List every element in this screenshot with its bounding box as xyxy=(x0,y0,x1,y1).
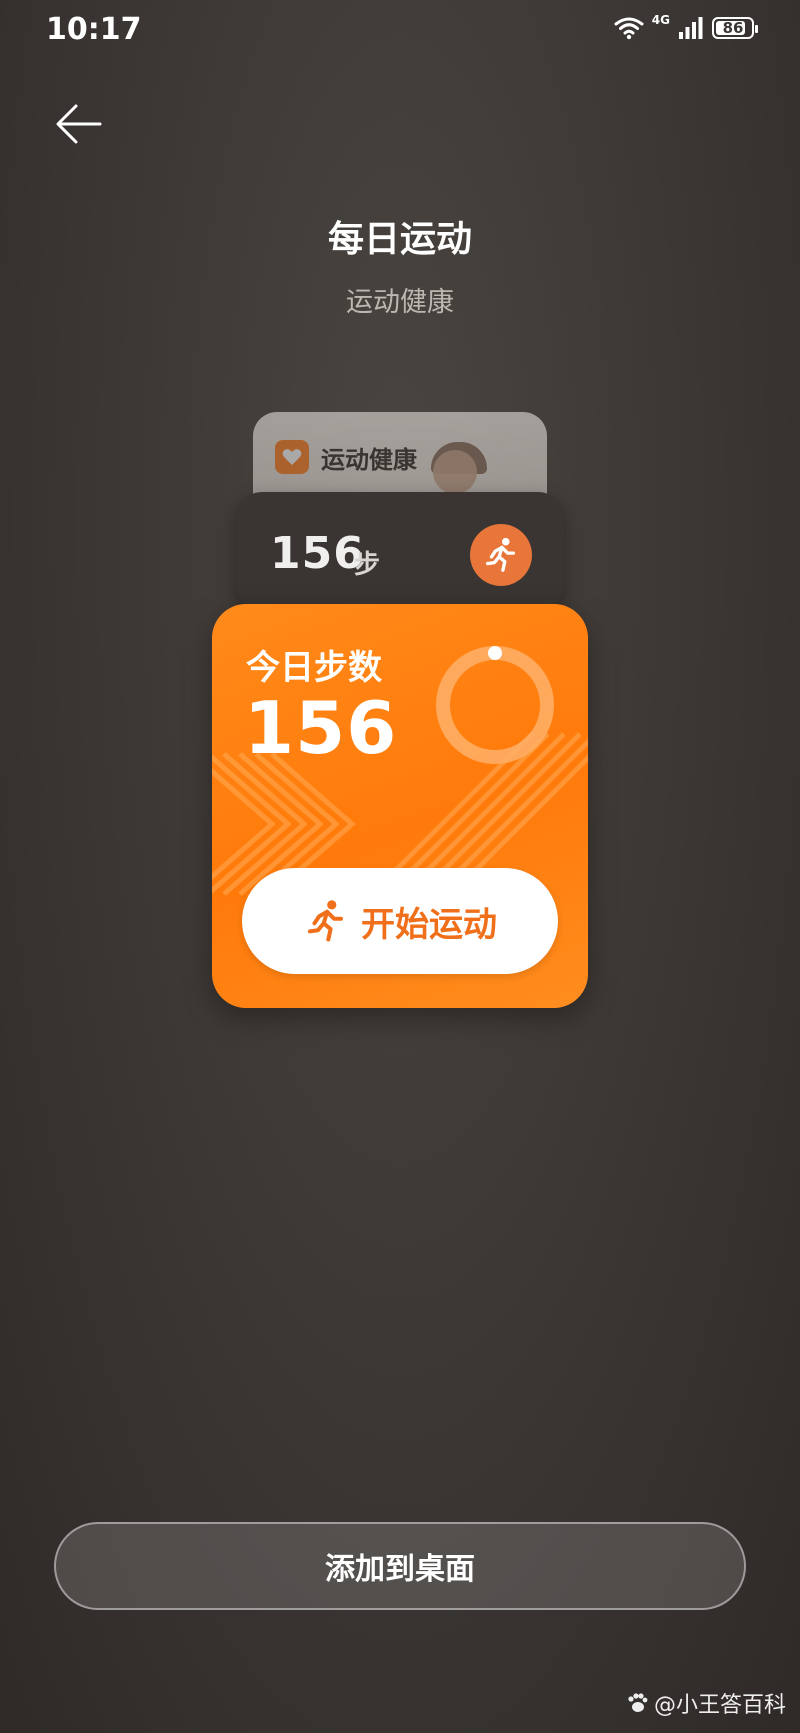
step-count: 156 xyxy=(270,528,365,579)
app-name: 运动健康 xyxy=(321,446,417,474)
progress-ring xyxy=(436,646,554,764)
watermark: @小王答百科 xyxy=(626,1687,786,1719)
add-to-home-label: 添加到桌面 xyxy=(325,1552,475,1587)
running-person-icon xyxy=(307,900,343,942)
arrow-left-icon xyxy=(56,104,102,144)
running-person-icon xyxy=(486,537,516,572)
network-type: 4G xyxy=(651,13,670,27)
page-title: 每日运动 xyxy=(327,219,472,260)
widget-preview-main-card[interactable]: 今日步数 156 开始运动 xyxy=(212,604,588,1008)
paw-icon xyxy=(628,1693,648,1712)
page-subtitle: 运动健康 xyxy=(346,287,454,318)
battery-level: 86 xyxy=(722,19,744,37)
status-bar: 10:17 4G 86 xyxy=(0,0,800,60)
run-button[interactable] xyxy=(470,524,532,586)
watermark-text: @小王答百科 xyxy=(653,1693,786,1718)
add-to-home-button[interactable]: 添加到桌面 xyxy=(54,1522,746,1610)
signal-icon xyxy=(679,17,703,39)
back-button[interactable] xyxy=(52,96,108,152)
widget-preview-middle-card[interactable]: 156 步 xyxy=(236,492,564,610)
step-unit: 步 xyxy=(354,550,381,580)
start-exercise-button[interactable]: 开始运动 xyxy=(242,868,558,974)
status-time: 10:17 xyxy=(46,12,142,47)
start-exercise-label: 开始运动 xyxy=(361,905,497,944)
today-steps-title: 今日步数 xyxy=(246,648,382,688)
heart-logo-icon xyxy=(275,440,309,474)
person-photo xyxy=(433,450,477,494)
wifi-icon xyxy=(614,17,644,40)
status-icons: 4G 86 xyxy=(614,13,758,40)
battery-icon: 86 xyxy=(712,17,758,39)
today-step-count: 156 xyxy=(244,686,398,770)
